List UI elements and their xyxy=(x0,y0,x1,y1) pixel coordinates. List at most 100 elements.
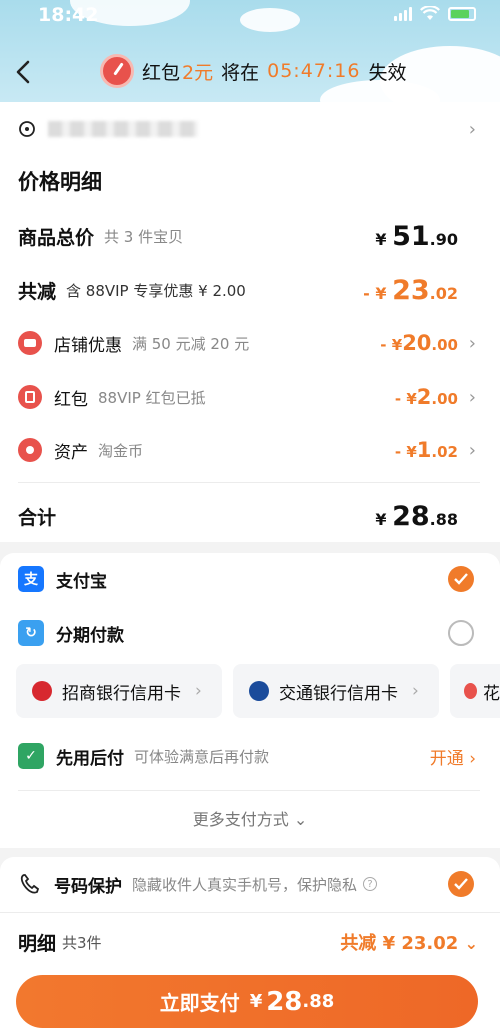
store-discount-int: 20 xyxy=(402,331,432,355)
installment-option[interactable]: ↻ 分期付款 xyxy=(0,617,500,649)
asset-int: 1 xyxy=(416,438,432,462)
pay-dec: .88 xyxy=(302,991,335,1012)
sum-row: 合计 ¥ 28.88 xyxy=(0,498,500,534)
asset-prefix: - ¥ xyxy=(394,443,417,461)
store-discount-dec: .00 xyxy=(431,336,458,354)
redpacket-row[interactable]: 红包 88VIP 红包已抵 - ¥2.00 › xyxy=(0,380,500,414)
redpacket-row-label: 红包 xyxy=(54,389,88,410)
discount-dec: .02 xyxy=(429,283,458,303)
chevron-right-icon: › xyxy=(468,386,476,408)
detail-label: 明细 xyxy=(18,932,57,955)
bnpl-option[interactable]: ✓ 先用后付 可体验满意后再付款 开通 › xyxy=(0,740,500,772)
total-row: 商品总价 共 3 件宝贝 ¥ 51.90 xyxy=(0,218,500,254)
footer-detail-row[interactable]: 明细 共3件 共减 ¥ 23.02 ⌄ xyxy=(0,926,500,958)
address-row[interactable]: › xyxy=(0,112,500,146)
phone-icon xyxy=(20,874,40,894)
privacy-note: 隐藏收件人真实手机号，保护隐私 xyxy=(132,875,358,894)
privacy-row[interactable]: 号码保护 隐藏收件人真实手机号，保护隐私 ? xyxy=(0,868,500,900)
bank-name: 花 xyxy=(483,683,500,704)
radio-unchecked[interactable] xyxy=(448,620,474,646)
sum-label: 合计 xyxy=(18,506,57,529)
store-discount-prefix: - ¥ xyxy=(380,336,403,354)
discount-row: 共减 含 88VIP 专享优惠 ¥ 2.00 - ¥ 23.02 xyxy=(0,272,500,308)
expire-prefix: 将在 xyxy=(221,61,260,84)
detail-count: 共3件 xyxy=(62,933,102,952)
more-payment-methods[interactable]: 更多支付方式 ⌄ xyxy=(0,806,500,830)
bnpl-action[interactable]: 开通 › xyxy=(430,744,476,769)
total-yen: ¥ xyxy=(375,229,387,249)
checked-icon[interactable] xyxy=(448,871,474,897)
asset-label: 资产 xyxy=(54,442,88,463)
discount-summary-text: 共减 ¥ 23.02 xyxy=(340,933,459,954)
store-discount-label: 店铺优惠 xyxy=(54,335,122,356)
bnpl-label: 先用后付 xyxy=(56,748,124,769)
chevron-down-icon: ⌄ xyxy=(293,810,308,829)
redpacket-prefix: - ¥ xyxy=(394,390,417,408)
store-discount-row[interactable]: 店铺优惠 满 50 元减 20 元 - ¥20.00 › xyxy=(0,326,500,360)
header: 18:42 红包 2元 将在 05:47:16 失效 xyxy=(0,0,500,102)
location-pin-icon xyxy=(19,121,35,137)
sum-price: ¥ 28.88 xyxy=(375,501,458,532)
countdown: 05:47:16 xyxy=(267,60,361,82)
timer-icon xyxy=(100,54,134,88)
pay-yen: ¥ xyxy=(249,991,263,1012)
store-coupon-icon xyxy=(18,331,42,355)
bank-card-option[interactable]: 招商银行信用卡 › xyxy=(16,664,222,718)
chevron-right-icon: › xyxy=(468,118,476,140)
redpacket-icon xyxy=(18,385,42,409)
sum-dec: .88 xyxy=(429,509,458,529)
pay-label: 立即支付 xyxy=(159,991,240,1015)
double-chevron-down-icon: ⌄ xyxy=(464,934,478,953)
store-discount-price: - ¥20.00 xyxy=(380,331,458,355)
bank-name: 招商银行信用卡 xyxy=(62,683,181,704)
discount-price: - ¥ 23.02 xyxy=(363,275,458,306)
back-icon[interactable] xyxy=(12,58,36,86)
status-time: 18:42 xyxy=(38,4,99,26)
redpacket-row-note: 88VIP 红包已抵 xyxy=(98,388,206,407)
redpacket-amount: 2元 xyxy=(182,61,214,84)
price-detail-title: 价格明细 xyxy=(18,170,102,194)
bank-card-option[interactable]: 花 xyxy=(450,664,500,718)
asset-note: 淘金币 xyxy=(98,441,144,460)
bank-name: 交通银行信用卡 xyxy=(279,683,398,704)
store-discount-note: 满 50 元减 20 元 xyxy=(132,334,250,353)
discount-label: 共减 xyxy=(18,280,57,303)
more-payment-label: 更多支付方式 xyxy=(192,810,289,829)
divider xyxy=(18,482,480,483)
signal-icon xyxy=(394,7,412,21)
alipay-icon: 支 xyxy=(18,566,44,592)
discount-int: 23 xyxy=(392,274,430,306)
bnpl-action-label: 开通 xyxy=(429,748,464,769)
redpacket-row-price: - ¥2.00 xyxy=(395,385,458,409)
redpacket-int: 2 xyxy=(416,385,432,409)
bnpl-note: 可体验满意后再付款 xyxy=(134,747,270,766)
discount-note: 含 88VIP 专享优惠 ¥ 2.00 xyxy=(66,281,246,300)
alipay-option[interactable]: 支 支付宝 xyxy=(0,563,500,595)
expire-suffix: 失效 xyxy=(368,61,407,84)
sum-int: 28 xyxy=(392,500,430,532)
asset-row[interactable]: 资产 淘金币 - ¥1.02 › xyxy=(0,433,500,467)
redpacket-label: 红包 xyxy=(142,61,181,84)
pay-now-button[interactable]: 立即支付 ¥ 28.88 xyxy=(16,975,478,1028)
status-icons xyxy=(394,6,476,22)
chevron-right-icon: › xyxy=(468,439,476,461)
coin-tag-icon xyxy=(18,438,42,462)
huabei-icon xyxy=(464,683,477,699)
installment-icon: ↻ xyxy=(18,620,44,646)
address-text-blurred xyxy=(48,121,198,137)
bank-card-option[interactable]: 交通银行信用卡 › xyxy=(233,664,439,718)
redpacket-countdown: 红包 2元 将在 05:47:16 失效 xyxy=(100,54,406,88)
total-price: ¥ 51.90 xyxy=(375,221,458,252)
total-note: 共 3 件宝贝 xyxy=(104,227,184,246)
redpacket-dec: .00 xyxy=(431,390,458,408)
asset-dec: .02 xyxy=(431,443,458,461)
discount-summary[interactable]: 共减 ¥ 23.02 ⌄ xyxy=(340,929,478,955)
chevron-right-icon: › xyxy=(195,681,202,701)
checked-icon[interactable] xyxy=(448,566,474,592)
wifi-icon xyxy=(420,6,440,20)
alipay-label: 支付宝 xyxy=(56,571,107,592)
bocom-bank-icon xyxy=(249,681,269,701)
chevron-right-icon: › xyxy=(412,681,419,701)
pay-int: 28 xyxy=(266,986,303,1017)
help-icon[interactable]: ? xyxy=(363,877,378,891)
